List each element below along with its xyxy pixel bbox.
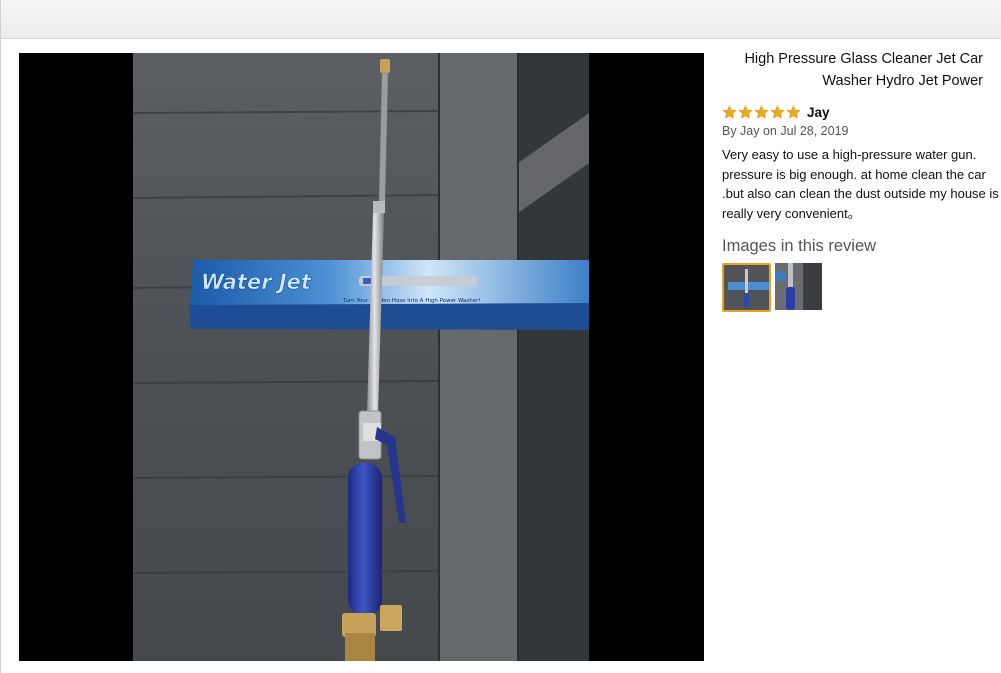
star-icon bbox=[754, 104, 769, 119]
review-text: Very easy to use a high-pressure water g… bbox=[722, 147, 999, 221]
star-icon bbox=[722, 104, 737, 119]
review-main-photo: Water Jet Turn Your Garden Hose Into A H… bbox=[133, 53, 589, 661]
window-left-border bbox=[0, 0, 1, 673]
image-viewer[interactable]: Water Jet Turn Your Garden Hose Into A H… bbox=[19, 53, 704, 661]
reviewer-name[interactable]: Jay bbox=[807, 105, 830, 120]
washer-wand-photo-thumbnail[interactable] bbox=[722, 263, 771, 312]
review-header: Jay bbox=[722, 102, 1001, 122]
review-byline: By Jay on Jul 28, 2019 bbox=[722, 124, 849, 138]
star-rating bbox=[722, 104, 801, 120]
star-icon bbox=[738, 104, 753, 119]
review-thumbnails bbox=[722, 263, 1001, 312]
window-top-bar bbox=[0, 0, 1001, 39]
box-brand-text: Water Jet bbox=[201, 270, 312, 294]
box-subtitle-text: Turn Your Garden Hose Into A High Power … bbox=[342, 298, 481, 304]
star-icon bbox=[770, 104, 785, 119]
review-sidebar: High Pressure Glass Cleaner Jet Car Wash… bbox=[722, 48, 1001, 312]
images-heading: Images in this review bbox=[722, 237, 877, 255]
star-icon bbox=[786, 104, 801, 119]
product-title[interactable]: High Pressure Glass Cleaner Jet Car Wash… bbox=[722, 48, 1001, 92]
washer-wand-closeup-thumbnail[interactable] bbox=[775, 263, 822, 310]
